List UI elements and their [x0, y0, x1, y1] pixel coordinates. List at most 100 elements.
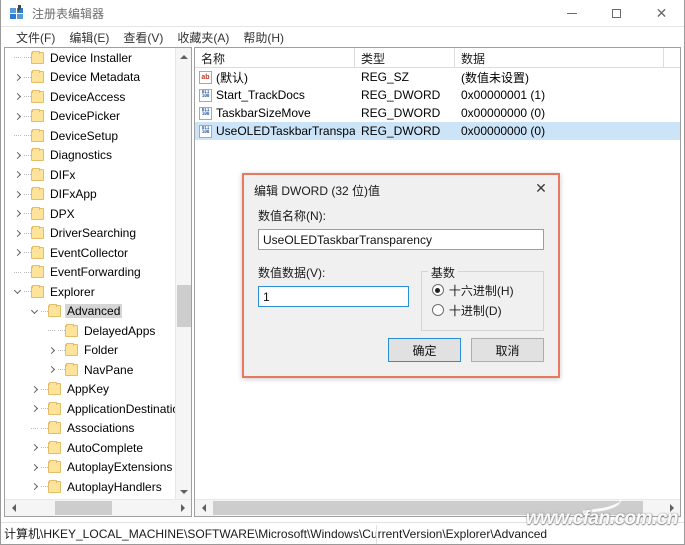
chevron-right-icon[interactable] [28, 438, 41, 457]
tree-item-difx[interactable]: DIFx [5, 165, 175, 185]
chevron-right-icon[interactable] [11, 165, 24, 184]
menu-edit[interactable]: 编辑(E) [62, 28, 116, 47]
chevron-right-icon[interactable] [11, 185, 24, 204]
tree-vertical-scrollbar[interactable] [175, 48, 191, 500]
value-data-cell: 0x00000000 (0) [461, 124, 546, 138]
scroll-left-button[interactable] [5, 500, 22, 516]
values-list: ab (默认) REG_SZ (数值未设置) 011 100 Start_TrackDocs… [195, 68, 680, 140]
dword-value-icon: 011 100 [199, 124, 212, 138]
value-row[interactable]: 011 100 Start_TrackDocs REG_DWORD 0x00000001… [195, 86, 680, 104]
folder-icon [48, 304, 61, 318]
minimize-button[interactable] [549, 0, 594, 27]
scrollbar-thumb[interactable] [213, 501, 643, 515]
chevron-right-icon[interactable] [11, 243, 24, 262]
tree-item-deviceaccess[interactable]: DeviceAccess [5, 87, 175, 107]
column-header-name[interactable]: 名称 [195, 48, 355, 68]
folder-icon [65, 323, 78, 337]
value-data-label: 数值数据(V): [258, 266, 326, 280]
tree-item-associations[interactable]: Associations [5, 419, 175, 439]
tree-item-autoplayhandlers[interactable]: AutoplayHandlers [5, 477, 175, 497]
value-name-cell: 011 100 Start_TrackDocs [195, 88, 355, 102]
tree-item-delayedapps[interactable]: DelayedApps [5, 321, 175, 341]
chevron-right-icon[interactable] [11, 87, 24, 106]
close-button[interactable]: ✕ [639, 0, 684, 27]
tree-item-device-metadata[interactable]: Device Metadata [5, 68, 175, 88]
ok-button[interactable]: 确定 [388, 338, 461, 362]
tree-item-eventcollector[interactable]: EventCollector [5, 243, 175, 263]
tree-item-devicepicker[interactable]: DevicePicker [5, 107, 175, 127]
radio-decimal[interactable]: 十进制(D) [431, 300, 535, 320]
chevron-down-icon[interactable] [11, 282, 24, 301]
tree-item-label: Explorer [50, 284, 95, 299]
tree-line-stub [11, 263, 24, 282]
scrollbar-thumb[interactable] [177, 285, 191, 327]
chevron-right-icon[interactable] [28, 399, 41, 418]
column-header-data[interactable]: 数据 [455, 48, 664, 68]
scroll-right-button[interactable] [663, 500, 680, 516]
chevron-right-icon[interactable] [11, 146, 24, 165]
column-header-type[interactable]: 类型 [355, 48, 455, 68]
chevron-right-icon[interactable] [28, 458, 41, 477]
tree-horizontal-scrollbar[interactable] [5, 499, 191, 516]
tree-item-autoplayextensions[interactable]: AutoplayExtensions [5, 458, 175, 478]
tree-line-stub [11, 48, 24, 67]
scrollbar-thumb[interactable] [55, 501, 112, 515]
tree-item-diagnostics[interactable]: Diagnostics [5, 146, 175, 166]
tree-item-eventforwarding[interactable]: EventForwarding [5, 263, 175, 283]
chevron-down-icon[interactable] [28, 302, 41, 321]
scroll-left-button[interactable] [195, 500, 212, 516]
chevron-right-icon[interactable] [45, 341, 58, 360]
cancel-button[interactable]: 取消 [471, 338, 544, 362]
tree-connector [41, 388, 48, 390]
scroll-right-button[interactable] [174, 500, 191, 516]
tree-item-devicesetup[interactable]: DeviceSetup [5, 126, 175, 146]
chevron-right-icon[interactable] [11, 107, 24, 126]
tree-item-autocomplete[interactable]: AutoComplete [5, 438, 175, 458]
dialog-body: 数值名称(N): UseOLEDTaskbarTransparency 数值数据… [244, 205, 558, 331]
tree-line-stub [45, 321, 58, 340]
chevron-right-icon[interactable] [45, 360, 58, 379]
tree-item-label: Diagnostics [50, 148, 113, 163]
chevron-right-icon[interactable] [28, 380, 41, 399]
value-type-cell: REG_DWORD [361, 88, 441, 102]
tree-item-explorer[interactable]: Explorer [5, 282, 175, 302]
chevron-right-icon[interactable] [11, 224, 24, 243]
chevron-right-icon[interactable] [28, 477, 41, 496]
tree-item-advanced[interactable]: Advanced [5, 302, 175, 322]
values-horizontal-scrollbar[interactable] [195, 499, 680, 516]
value-data-input[interactable]: 1 [258, 286, 409, 307]
tree-connector [41, 310, 48, 312]
scroll-down-button[interactable] [176, 483, 191, 500]
maximize-button[interactable] [594, 0, 639, 27]
scroll-up-button[interactable] [176, 48, 191, 65]
tree-connector [24, 213, 31, 215]
menu-file[interactable]: 文件(F) [9, 28, 62, 47]
tree-item-appkey[interactable]: AppKey [5, 380, 175, 400]
menu-favorites[interactable]: 收藏夹(A) [170, 28, 236, 47]
tree-item-folder[interactable]: Folder [5, 341, 175, 361]
tree-item-device-installer[interactable]: Device Installer [5, 48, 175, 68]
value-row[interactable]: ab (默认) REG_SZ (数值未设置) [195, 68, 680, 86]
dialog-title-bar: 编辑 DWORD (32 位)值 ✕ [244, 175, 558, 205]
tree-item-applicationdestinatio[interactable]: ApplicationDestinatio [5, 399, 175, 419]
chevron-right-icon[interactable] [11, 204, 24, 223]
menu-view[interactable]: 查看(V) [116, 28, 170, 47]
menu-help[interactable]: 帮助(H) [236, 28, 291, 47]
value-row[interactable]: 011 100 UseOLEDTaskbarTranspar... REG_DWORD… [195, 122, 680, 140]
tree-item-navpane[interactable]: NavPane [5, 360, 175, 380]
value-type-cell: REG_SZ [361, 70, 410, 84]
base-group: 基数 十六进制(H) 十进制(D) [420, 264, 544, 331]
tree-item-difxapp[interactable]: DIFxApp [5, 185, 175, 205]
radio-unselected-icon [431, 304, 444, 316]
string-value-icon: ab [199, 70, 212, 84]
chevron-right-icon[interactable] [11, 68, 24, 87]
value-row[interactable]: 011 100 TaskbarSizeMove REG_DWORD 0x00000000… [195, 104, 680, 122]
tree-item-driversearching[interactable]: DriverSearching [5, 224, 175, 244]
value-name-cell: 011 100 UseOLEDTaskbarTranspar... [195, 124, 355, 138]
dialog-close-button[interactable]: ✕ [524, 175, 558, 203]
value-name-input[interactable]: UseOLEDTaskbarTransparency [258, 229, 544, 250]
radio-hexadecimal[interactable]: 十六进制(H) [431, 280, 535, 300]
tree-item-dpx[interactable]: DPX [5, 204, 175, 224]
folder-icon [31, 187, 44, 201]
folder-icon [31, 206, 44, 220]
